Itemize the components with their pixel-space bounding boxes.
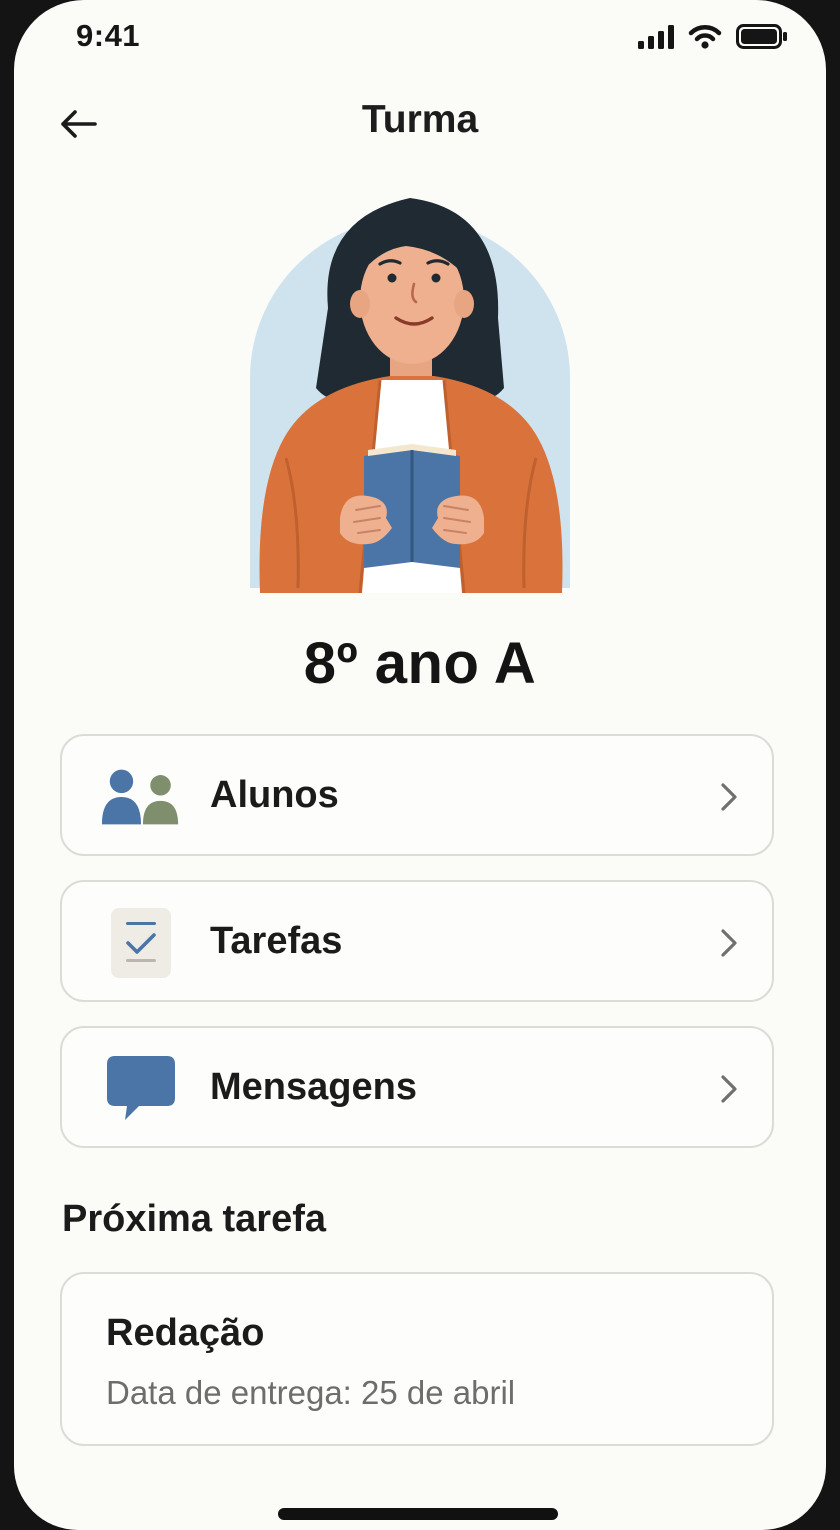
signal-icon — [638, 25, 674, 49]
next-task-section-title: Próxima tarefa — [62, 1198, 327, 1240]
menu-item-label: Mensagens — [210, 1066, 417, 1108]
device-frame: 9:41 Turma 8º ano A Alunos Tarefas Mensa… — [0, 0, 840, 1530]
menu-item-label: Alunos — [210, 774, 339, 816]
message-bubble-icon — [100, 1054, 182, 1124]
menu-item-alunos[interactable]: Alunos — [60, 734, 774, 856]
battery-icon — [736, 24, 787, 49]
class-name: 8º ano A — [303, 631, 537, 696]
status-time: 9:41 — [76, 18, 141, 53]
status-icons — [638, 24, 788, 49]
menu-item-tarefas[interactable]: Tarefas — [60, 880, 774, 1002]
menu-item-label: Tarefas — [210, 920, 343, 962]
chevron-right-icon — [721, 783, 737, 811]
students-icon — [100, 762, 182, 832]
menu-item-mensagens[interactable]: Mensagens — [60, 1026, 774, 1148]
task-due-date: Data de entrega: 25 de abril — [106, 1374, 516, 1411]
task-title: Redação — [106, 1312, 265, 1354]
tasks-checklist-icon — [100, 908, 182, 978]
chevron-right-icon — [721, 929, 737, 957]
wifi-icon — [688, 25, 722, 49]
home-indicator[interactable] — [278, 1508, 558, 1520]
app-screen: 9:41 Turma 8º ano A Alunos Tarefas Mensa… — [14, 0, 826, 1530]
next-task-card[interactable]: Redação Data de entrega: 25 de abril — [60, 1272, 774, 1446]
teacher-reading-book-illustration — [250, 198, 570, 594]
chevron-right-icon — [721, 1075, 737, 1103]
page-title: Turma — [361, 98, 479, 141]
